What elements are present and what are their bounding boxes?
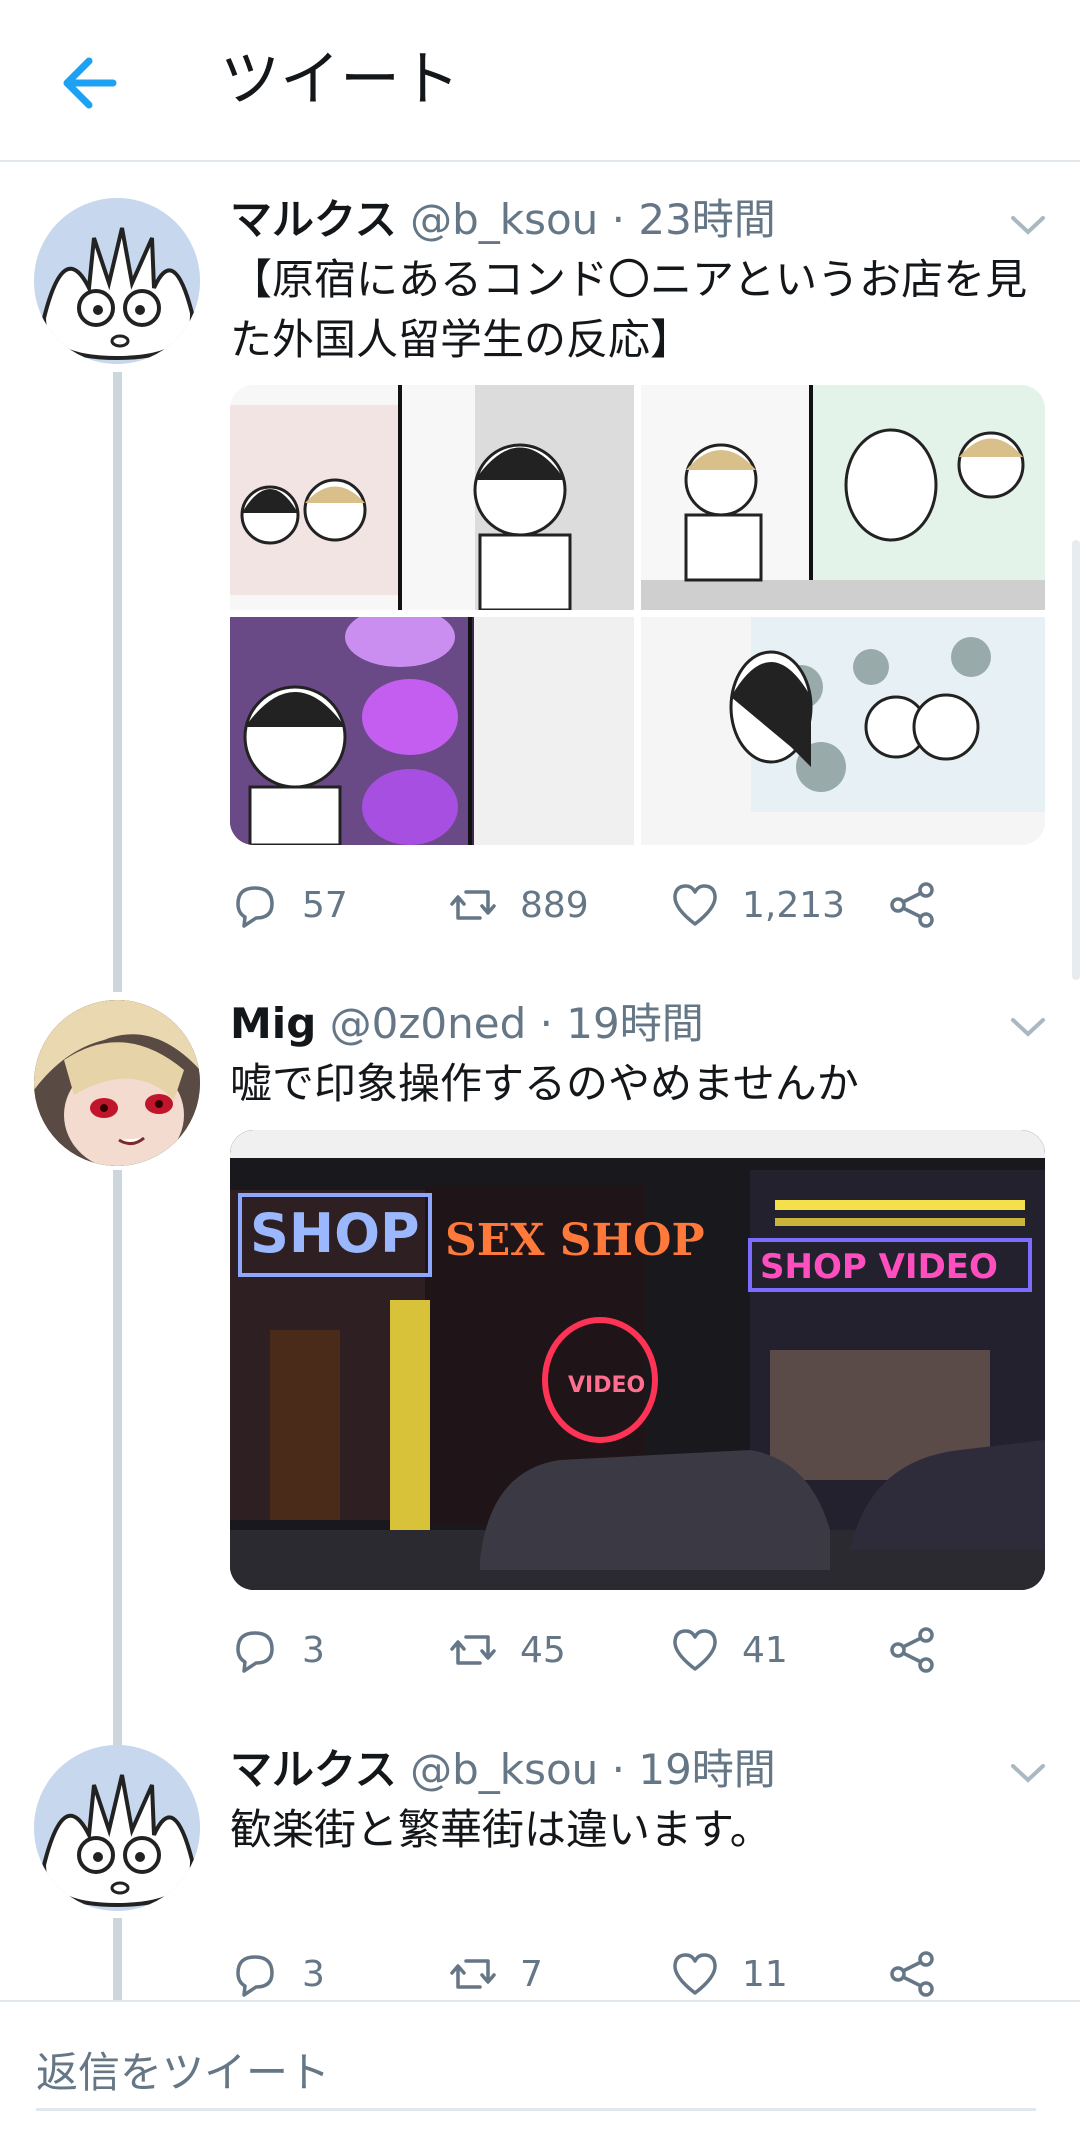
tweet-actions: 57 889 1,213 — [230, 875, 990, 935]
user-handle[interactable]: @b_ksou — [410, 1745, 598, 1794]
comic-panel-3[interactable] — [230, 617, 634, 845]
neon-sign-projection: VIDEO — [568, 1373, 645, 1398]
comic-panel-1[interactable] — [230, 385, 634, 610]
display-name[interactable]: Mig — [230, 999, 316, 1048]
share-icon — [890, 882, 934, 928]
like-count: 1,213 — [742, 884, 846, 926]
retweet-count: 7 — [520, 1953, 543, 1995]
user-handle[interactable]: @0z0ned — [330, 999, 527, 1048]
attached-photo[interactable]: SHOP SEX SHOP SHOP VIDEO VIDEO — [230, 1130, 1045, 1590]
reply-button[interactable]: 57 — [230, 875, 348, 935]
thread-connector — [113, 1170, 122, 1750]
retweet-icon — [450, 890, 496, 920]
thread-connector — [113, 372, 122, 992]
tweet-actions: 3 45 41 — [230, 1620, 990, 1680]
timestamp[interactable]: · 23時間 — [612, 195, 776, 244]
reply-count: 3 — [302, 1629, 325, 1671]
neon-sign-shop: SHOP — [250, 1202, 420, 1265]
comic-panel-4[interactable] — [641, 617, 1045, 845]
like-count: 41 — [742, 1629, 788, 1671]
tweet-header: Mig @0z0ned · 19時間 — [230, 994, 704, 1054]
retweet-button[interactable]: 889 — [448, 875, 589, 935]
comic-image-grid[interactable] — [230, 385, 1045, 845]
tweet-header: マルクス @b_ksou · 19時間 — [230, 1740, 776, 1800]
display-name[interactable]: マルクス — [230, 195, 397, 244]
heart-icon — [673, 1953, 717, 1995]
share-button[interactable] — [888, 1620, 938, 1680]
share-icon — [890, 1627, 934, 1673]
avatar[interactable] — [34, 1745, 200, 1911]
reply-composer: 返信をツイート — [0, 2000, 1080, 2142]
retweet-count: 45 — [520, 1629, 566, 1671]
reply-icon — [236, 1631, 274, 1673]
display-name[interactable]: マルクス — [230, 1745, 397, 1794]
avatar[interactable] — [34, 198, 200, 364]
share-button[interactable] — [888, 1944, 938, 2004]
top-bar: ツイート — [0, 0, 1080, 162]
heart-icon — [673, 1629, 717, 1671]
like-count: 11 — [742, 1953, 788, 1995]
share-button[interactable] — [888, 875, 938, 935]
avatar[interactable] — [34, 1000, 200, 1166]
reply-input[interactable]: 返信をツイート — [36, 2038, 1036, 2111]
tweet-text: 歓楽街と繁華街は違います。 — [230, 1805, 772, 1854]
back-arrow-icon[interactable] — [55, 48, 125, 118]
retweet-icon — [450, 1959, 496, 1989]
comic-panel-2[interactable] — [641, 385, 1045, 610]
chevron-down-icon[interactable] — [1008, 1012, 1048, 1042]
user-handle[interactable]: @b_ksou — [410, 195, 598, 244]
timestamp[interactable]: · 19時間 — [540, 999, 704, 1048]
chevron-down-icon[interactable] — [1008, 1758, 1048, 1788]
timestamp[interactable]: · 19時間 — [612, 1745, 776, 1794]
chevron-down-icon[interactable] — [1008, 210, 1048, 240]
share-icon — [890, 1951, 934, 1997]
like-button[interactable]: 11 — [670, 1944, 788, 2004]
neon-sign-video: SHOP VIDEO — [760, 1247, 998, 1287]
tweet-header: マルクス @b_ksou · 23時間 — [230, 190, 776, 250]
reply-icon — [236, 1955, 274, 1997]
like-button[interactable]: 41 — [670, 1620, 788, 1680]
reply-count: 3 — [302, 1953, 325, 1995]
retweet-count: 889 — [520, 884, 589, 926]
page-title: ツイート — [220, 45, 460, 115]
tweet-text: 【原宿にあるコンド〇ニアというお店を見た外国人留学生の反応】 — [230, 255, 1028, 364]
reply-button[interactable]: 3 — [230, 1620, 325, 1680]
retweet-icon — [450, 1635, 496, 1665]
thread-connector — [113, 1918, 122, 2000]
like-button[interactable]: 1,213 — [670, 875, 845, 935]
retweet-button[interactable]: 7 — [448, 1944, 543, 2004]
scrollbar[interactable] — [1072, 540, 1080, 980]
tweet-actions: 3 7 11 — [230, 1944, 990, 2004]
tweet-text: 嘘で印象操作するのやめませんか — [230, 1059, 859, 1108]
reply-icon — [236, 886, 274, 928]
neon-sign-sexshop: SEX SHOP — [445, 1215, 705, 1266]
heart-icon — [673, 884, 717, 926]
retweet-button[interactable]: 45 — [448, 1620, 566, 1680]
reply-button[interactable]: 3 — [230, 1944, 325, 2004]
reply-count: 57 — [302, 884, 348, 926]
